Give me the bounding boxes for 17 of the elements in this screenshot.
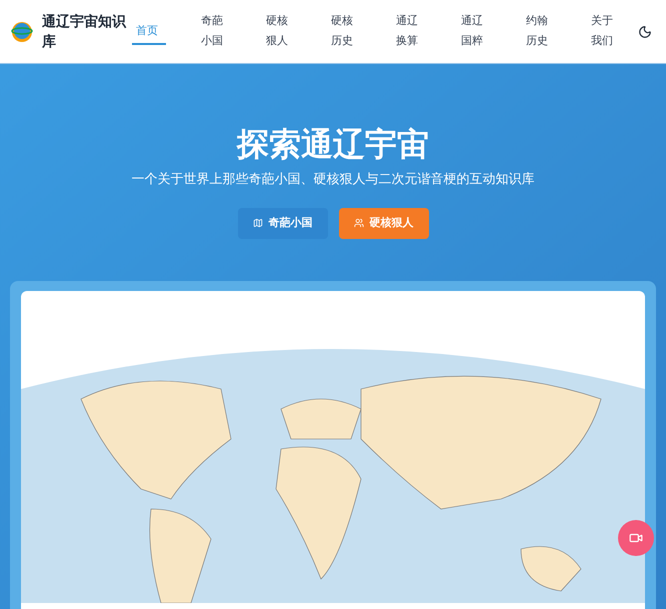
nav-link[interactable]: 关于我们 (587, 8, 621, 54)
nav-link[interactable]: 通辽换算 (392, 8, 426, 54)
site-title: 通辽宇宙知识库 (42, 12, 128, 52)
hero-title: 探索通辽宇宙 (237, 124, 429, 164)
users-icon (354, 218, 364, 228)
video-camera-icon (629, 531, 643, 545)
nav-link[interactable]: 通辽国粹 (457, 8, 491, 54)
globe-logo-icon (10, 20, 34, 44)
hero-subtitle: 一个关于世界上那些奇葩小国、硬核狠人与二次元谐音梗的互动知识库 (132, 171, 534, 189)
map-icon (252, 218, 262, 228)
nav-link[interactable]: 硬核狠人 (262, 8, 296, 54)
nav-link[interactable]: 首页 (132, 18, 166, 44)
moon-icon (638, 24, 652, 38)
nav-link[interactable]: 约翰历史 (522, 8, 556, 54)
hero-button[interactable]: 奇葩小国 (238, 208, 328, 238)
nav-link[interactable]: 硬核历史 (327, 8, 361, 54)
nav-link[interactable]: 奇葩小国 (197, 8, 231, 54)
